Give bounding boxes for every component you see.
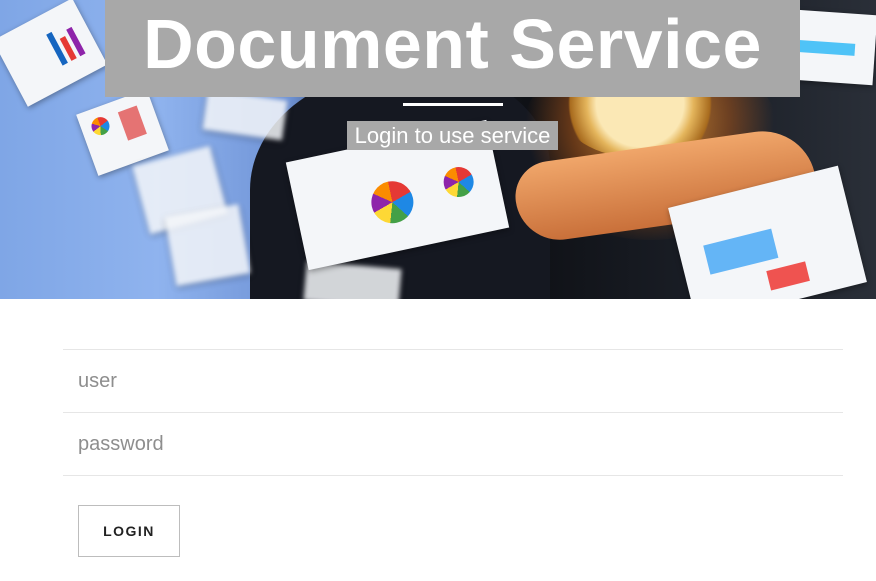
user-input[interactable]: [63, 350, 843, 412]
user-field-row: [63, 349, 843, 412]
password-input[interactable]: [63, 413, 843, 475]
hero-banner: Document Service Login to use service: [0, 0, 876, 299]
title-divider: [403, 103, 503, 106]
floating-document: [164, 204, 251, 286]
login-form: [63, 349, 843, 476]
login-button[interactable]: LOGIN: [78, 505, 180, 557]
page-subtitle: Login to use service: [347, 121, 558, 150]
page-title: Document Service: [105, 0, 800, 97]
password-field-row: [63, 412, 843, 476]
floating-document: [0, 0, 108, 107]
floating-document: [202, 89, 288, 141]
